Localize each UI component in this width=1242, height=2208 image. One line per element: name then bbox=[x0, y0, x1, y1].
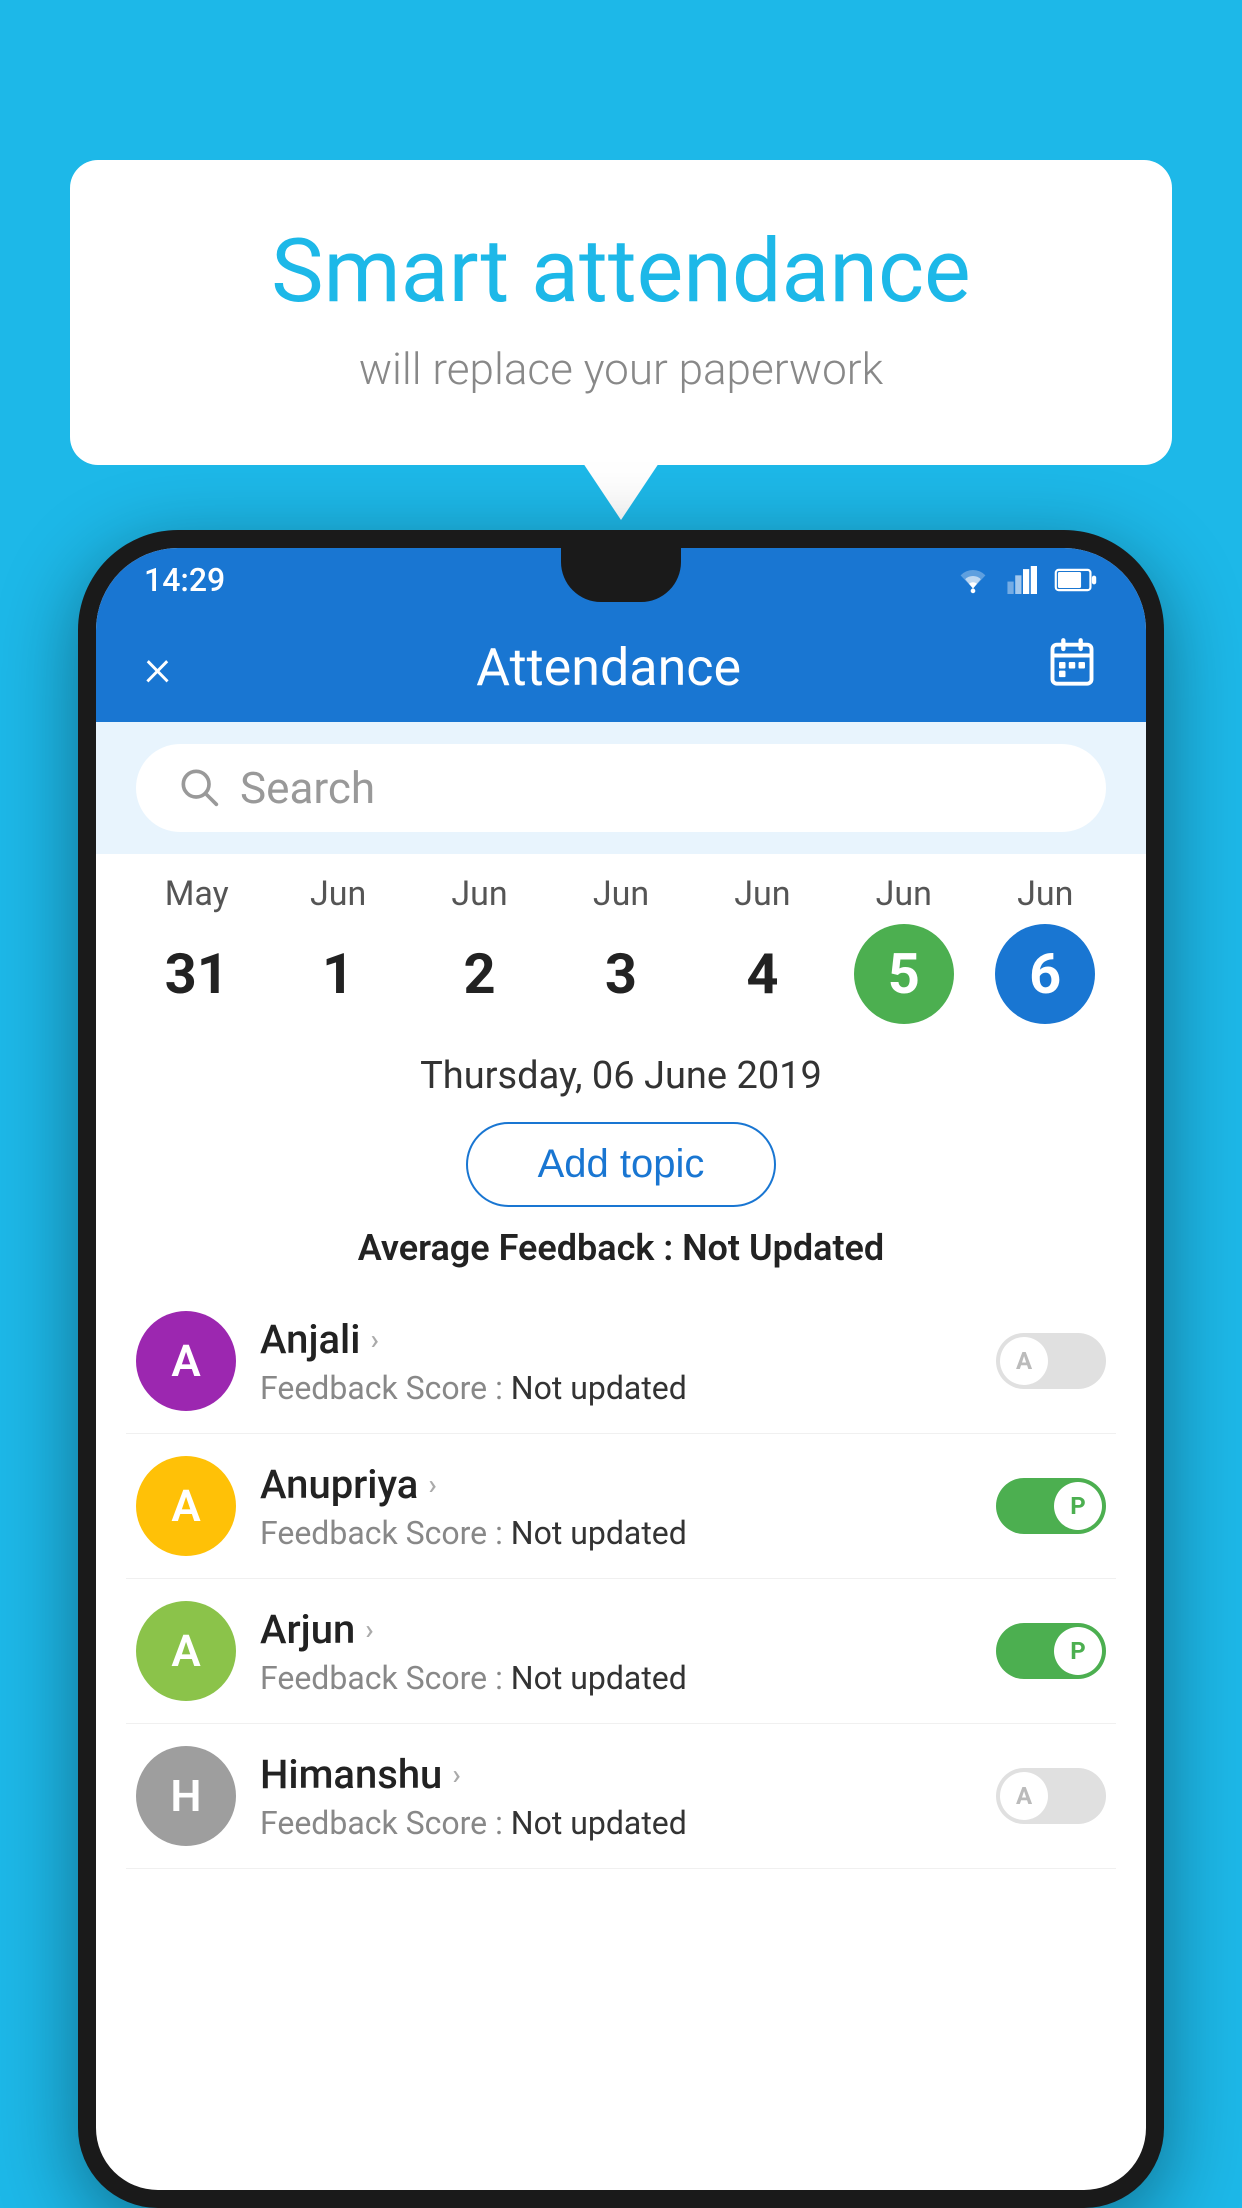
student-item[interactable]: A Arjun › Feedback Score : Not updated P bbox=[126, 1579, 1116, 1724]
status-time: 14:29 bbox=[144, 561, 225, 599]
bubble-title: Smart attendance bbox=[150, 220, 1092, 323]
calendar-strip: May 31 Jun 1 Jun 2 Jun 3 Jun 4 Jun 5 Jun 6 bbox=[96, 854, 1146, 1034]
cal-month-label: Jun bbox=[593, 874, 649, 914]
student-feedback: Feedback Score : Not updated bbox=[260, 1659, 972, 1697]
selected-date: Thursday, 06 June 2019 bbox=[96, 1034, 1146, 1112]
cal-month-label: Jun bbox=[1017, 874, 1073, 914]
student-item[interactable]: A Anjali › Feedback Score : Not updated A bbox=[126, 1289, 1116, 1434]
chevron-right-icon: › bbox=[370, 1323, 378, 1356]
cal-date-number: 31 bbox=[147, 924, 247, 1024]
phone-screen: 14:29 bbox=[96, 548, 1146, 2190]
attendance-toggle[interactable]: P bbox=[996, 1623, 1106, 1679]
student-avatar: A bbox=[136, 1311, 236, 1411]
student-item[interactable]: H Himanshu › Feedback Score : Not updated A bbox=[126, 1724, 1116, 1869]
close-button[interactable]: × bbox=[144, 637, 171, 698]
cal-month-label: Jun bbox=[310, 874, 366, 914]
student-info: Arjun › Feedback Score : Not updated bbox=[260, 1606, 972, 1697]
cal-date-number: 3 bbox=[571, 924, 671, 1024]
attendance-toggle[interactable]: P bbox=[996, 1478, 1106, 1534]
calendar-day[interactable]: Jun 4 bbox=[712, 874, 812, 1024]
battery-icon bbox=[1054, 567, 1098, 593]
status-icons bbox=[954, 566, 1098, 594]
status-bar: 14:29 bbox=[96, 548, 1146, 612]
cal-date-number: 2 bbox=[430, 924, 530, 1024]
cal-month-label: Jun bbox=[734, 874, 790, 914]
search-container: Search bbox=[96, 722, 1146, 854]
cal-month-label: May bbox=[165, 874, 229, 914]
student-name: Anupriya › bbox=[260, 1461, 972, 1508]
student-avatar: A bbox=[136, 1601, 236, 1701]
chevron-right-icon: › bbox=[428, 1468, 436, 1501]
calendar-day[interactable]: Jun 2 bbox=[430, 874, 530, 1024]
calendar-day[interactable]: Jun 3 bbox=[571, 874, 671, 1024]
student-feedback: Feedback Score : Not updated bbox=[260, 1804, 972, 1842]
speech-bubble: Smart attendance will replace your paper… bbox=[70, 160, 1172, 465]
chevron-right-icon: › bbox=[365, 1613, 373, 1646]
phone-frame: 14:29 bbox=[78, 530, 1164, 2208]
header-title: Attendance bbox=[476, 637, 741, 698]
attendance-toggle[interactable]: A bbox=[996, 1333, 1106, 1389]
calendar-day[interactable]: Jun 5 bbox=[854, 874, 954, 1024]
speech-bubble-container: Smart attendance will replace your paper… bbox=[70, 160, 1172, 465]
bubble-subtitle: will replace your paperwork bbox=[150, 343, 1092, 395]
attendance-toggle[interactable]: A bbox=[996, 1768, 1106, 1824]
app-header: × Attendance bbox=[96, 612, 1146, 722]
cal-date-number: 4 bbox=[712, 924, 812, 1024]
signal-icon bbox=[1006, 566, 1040, 594]
student-name: Anjali › bbox=[260, 1316, 972, 1363]
student-item[interactable]: A Anupriya › Feedback Score : Not updated P bbox=[126, 1434, 1116, 1579]
student-info: Anjali › Feedback Score : Not updated bbox=[260, 1316, 972, 1407]
search-icon bbox=[176, 764, 220, 812]
add-topic-button[interactable]: Add topic bbox=[466, 1122, 777, 1207]
cal-date-number: 6 bbox=[995, 924, 1095, 1024]
student-info: Anupriya › Feedback Score : Not updated bbox=[260, 1461, 972, 1552]
student-list: AAnjali ›Feedback Score : Not updatedAAA… bbox=[96, 1289, 1146, 1869]
calendar-day[interactable]: Jun 1 bbox=[288, 874, 388, 1024]
add-topic-container: Add topic bbox=[96, 1112, 1146, 1227]
chevron-right-icon: › bbox=[452, 1758, 460, 1791]
cal-month-label: Jun bbox=[876, 874, 932, 914]
wifi-icon bbox=[954, 566, 992, 594]
search-input-placeholder[interactable]: Search bbox=[240, 762, 375, 814]
student-info: Himanshu › Feedback Score : Not updated bbox=[260, 1751, 972, 1842]
cal-date-number: 1 bbox=[288, 924, 388, 1024]
student-feedback: Feedback Score : Not updated bbox=[260, 1514, 972, 1552]
avg-feedback: Average Feedback : Not Updated bbox=[96, 1227, 1146, 1289]
student-feedback: Feedback Score : Not updated bbox=[260, 1369, 972, 1407]
calendar-day[interactable]: Jun 6 bbox=[995, 874, 1095, 1024]
student-name: Arjun › bbox=[260, 1606, 972, 1653]
calendar-icon[interactable] bbox=[1046, 636, 1098, 699]
cal-month-label: Jun bbox=[451, 874, 507, 914]
student-name: Himanshu › bbox=[260, 1751, 972, 1798]
student-avatar: H bbox=[136, 1746, 236, 1846]
calendar-day[interactable]: May 31 bbox=[147, 874, 247, 1024]
cal-date-number: 5 bbox=[854, 924, 954, 1024]
student-avatar: A bbox=[136, 1456, 236, 1556]
notch bbox=[561, 548, 681, 602]
search-box[interactable]: Search bbox=[136, 744, 1106, 832]
